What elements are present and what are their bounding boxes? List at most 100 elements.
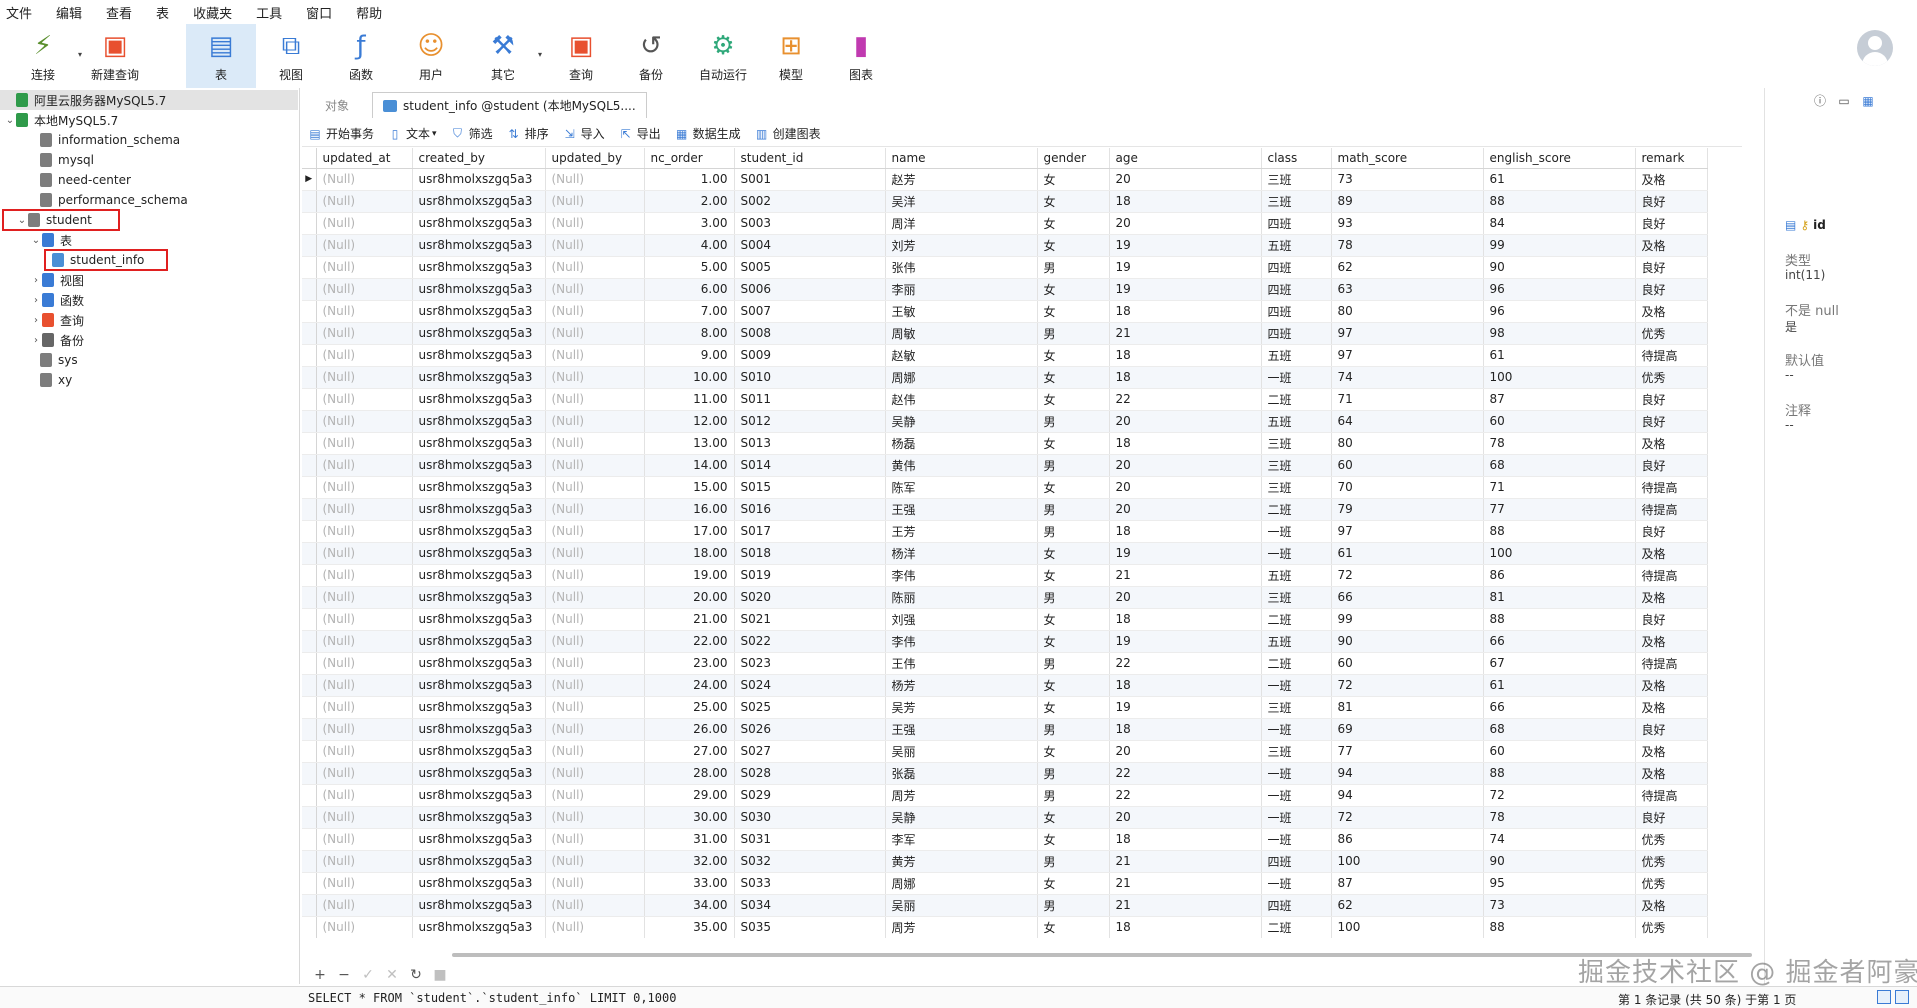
cell-updated_at[interactable]: (Null): [316, 476, 413, 499]
cell-student_id[interactable]: S024: [734, 674, 886, 697]
row-marker[interactable]: [302, 630, 317, 653]
row-marker[interactable]: [302, 674, 317, 697]
cell-age[interactable]: 20: [1109, 410, 1262, 433]
cell-name[interactable]: 刘芳: [885, 234, 1038, 257]
table-row[interactable]: (Null) usr8hmolxszgq5a3 (Null) 21.00 S021 刘强女…: [302, 608, 1708, 631]
table-row[interactable]: (Null) usr8hmolxszgq5a3 (Null) 4.00 S004 刘芳女 1…: [302, 234, 1708, 257]
cell-class[interactable]: 四班: [1261, 850, 1332, 873]
cell-age[interactable]: 18: [1109, 674, 1262, 697]
cell-updated_by[interactable]: (Null): [545, 366, 645, 389]
cell-updated_by[interactable]: (Null): [545, 388, 645, 411]
cell-gender[interactable]: 女: [1037, 278, 1110, 301]
cell-gender[interactable]: 女: [1037, 234, 1110, 257]
cell-created_by[interactable]: usr8hmolxszgq5a3: [412, 586, 546, 609]
cell-student_id[interactable]: S004: [734, 234, 886, 257]
cell-remark[interactable]: 及格: [1635, 630, 1708, 653]
cell-student_id[interactable]: S029: [734, 784, 886, 807]
cell-updated_by[interactable]: (Null): [545, 454, 645, 477]
cell-math_score[interactable]: 97: [1331, 344, 1484, 367]
cell-student_id[interactable]: S030: [734, 806, 886, 829]
column-header[interactable]: class: [1261, 148, 1332, 169]
cell-age[interactable]: 21: [1109, 564, 1262, 587]
cell-student_id[interactable]: S025: [734, 696, 886, 719]
cell-name[interactable]: 周芳: [885, 784, 1038, 807]
info-icon[interactable]: ⓘ: [1813, 94, 1827, 108]
cell-nc_order[interactable]: 26.00: [644, 718, 735, 741]
cell-gender[interactable]: 男: [1037, 850, 1110, 873]
cell-class[interactable]: 一班: [1261, 806, 1332, 829]
cell-nc_order[interactable]: 35.00: [644, 916, 735, 938]
table-row[interactable]: (Null) usr8hmolxszgq5a3 (Null) 5.00 S005 张伟男 1…: [302, 256, 1708, 279]
cell-math_score[interactable]: 74: [1331, 366, 1484, 389]
stop-button[interactable]: ■: [428, 967, 452, 983]
cell-age[interactable]: 19: [1109, 256, 1262, 279]
cell-nc_order[interactable]: 30.00: [644, 806, 735, 829]
cell-remark[interactable]: 及格: [1635, 674, 1708, 697]
cell-nc_order[interactable]: 29.00: [644, 784, 735, 807]
cell-updated_at[interactable]: (Null): [316, 542, 413, 565]
cell-age[interactable]: 18: [1109, 608, 1262, 631]
table-row[interactable]: (Null) usr8hmolxszgq5a3 (Null) 24.00 S024 杨芳女…: [302, 674, 1708, 697]
cell-name[interactable]: 吴洋: [885, 190, 1038, 213]
cell-created_by[interactable]: usr8hmolxszgq5a3: [412, 762, 546, 785]
cell-remark[interactable]: 优秀: [1635, 850, 1708, 873]
cell-math_score[interactable]: 100: [1331, 916, 1484, 938]
row-marker[interactable]: [302, 520, 317, 543]
cell-class[interactable]: 三班: [1261, 586, 1332, 609]
cell-created_by[interactable]: usr8hmolxszgq5a3: [412, 498, 546, 521]
cell-age[interactable]: 20: [1109, 806, 1262, 829]
cell-name[interactable]: 张磊: [885, 762, 1038, 785]
cell-created_by[interactable]: usr8hmolxszgq5a3: [412, 872, 546, 895]
toolbar-query-button[interactable]: ▣ 查询: [546, 24, 616, 88]
row-marker[interactable]: [302, 916, 317, 938]
cell-nc_order[interactable]: 16.00: [644, 498, 735, 521]
table-row[interactable]: (Null) usr8hmolxszgq5a3 (Null) 31.00 S031 李军女…: [302, 828, 1708, 851]
cell-nc_order[interactable]: 27.00: [644, 740, 735, 763]
cell-gender[interactable]: 男: [1037, 322, 1110, 345]
cell-name[interactable]: 刘强: [885, 608, 1038, 631]
cell-english_score[interactable]: 78: [1483, 432, 1636, 455]
cell-gender[interactable]: 男: [1037, 454, 1110, 477]
text-button[interactable]: ▯ 文本 ▾: [388, 125, 437, 142]
cell-nc_order[interactable]: 19.00: [644, 564, 735, 587]
cell-age[interactable]: 20: [1109, 454, 1262, 477]
cell-english_score[interactable]: 90: [1483, 256, 1636, 279]
cell-remark[interactable]: 优秀: [1635, 366, 1708, 389]
tree-item-performance_schema[interactable]: performance_schema: [0, 190, 298, 210]
cell-gender[interactable]: 男: [1037, 652, 1110, 675]
cell-created_by[interactable]: usr8hmolxszgq5a3: [412, 806, 546, 829]
cell-english_score[interactable]: 95: [1483, 872, 1636, 895]
cell-created_by[interactable]: usr8hmolxszgq5a3: [412, 300, 546, 323]
cell-name[interactable]: 赵伟: [885, 388, 1038, 411]
cell-remark[interactable]: 良好: [1635, 190, 1708, 213]
cell-nc_order[interactable]: 13.00: [644, 432, 735, 455]
import-button[interactable]: ⇲ 导入: [563, 125, 605, 142]
cell-updated_at[interactable]: (Null): [316, 828, 413, 851]
cell-english_score[interactable]: 66: [1483, 630, 1636, 653]
cell-name[interactable]: 吴静: [885, 806, 1038, 829]
cell-class[interactable]: 五班: [1261, 410, 1332, 433]
cell-math_score[interactable]: 78: [1331, 234, 1484, 257]
cell-updated_by[interactable]: (Null): [545, 652, 645, 675]
cell-remark[interactable]: 优秀: [1635, 872, 1708, 895]
cell-math_score[interactable]: 72: [1331, 674, 1484, 697]
cell-class[interactable]: 四班: [1261, 322, 1332, 345]
cell-math_score[interactable]: 80: [1331, 432, 1484, 455]
cell-updated_by[interactable]: (Null): [545, 872, 645, 895]
cell-gender[interactable]: 女: [1037, 828, 1110, 851]
tab-student-info[interactable]: student_info @student (本地MySQL5....: [372, 92, 647, 118]
tree-item-[interactable]: › 函数: [0, 290, 298, 310]
cell-name[interactable]: 王芳: [885, 520, 1038, 543]
cell-class[interactable]: 三班: [1261, 476, 1332, 499]
cell-created_by[interactable]: usr8hmolxszgq5a3: [412, 454, 546, 477]
cell-class[interactable]: 三班: [1261, 432, 1332, 455]
cell-age[interactable]: 20: [1109, 740, 1262, 763]
row-marker[interactable]: [302, 872, 317, 895]
cell-name[interactable]: 李丽: [885, 278, 1038, 301]
cell-remark[interactable]: 良好: [1635, 256, 1708, 279]
cell-gender[interactable]: 男: [1037, 762, 1110, 785]
toolbar-model-button[interactable]: ⊞ 模型: [756, 24, 826, 88]
chevron-down-icon[interactable]: ⌄: [4, 115, 16, 126]
cell-math_score[interactable]: 99: [1331, 608, 1484, 631]
row-marker[interactable]: [302, 586, 317, 609]
